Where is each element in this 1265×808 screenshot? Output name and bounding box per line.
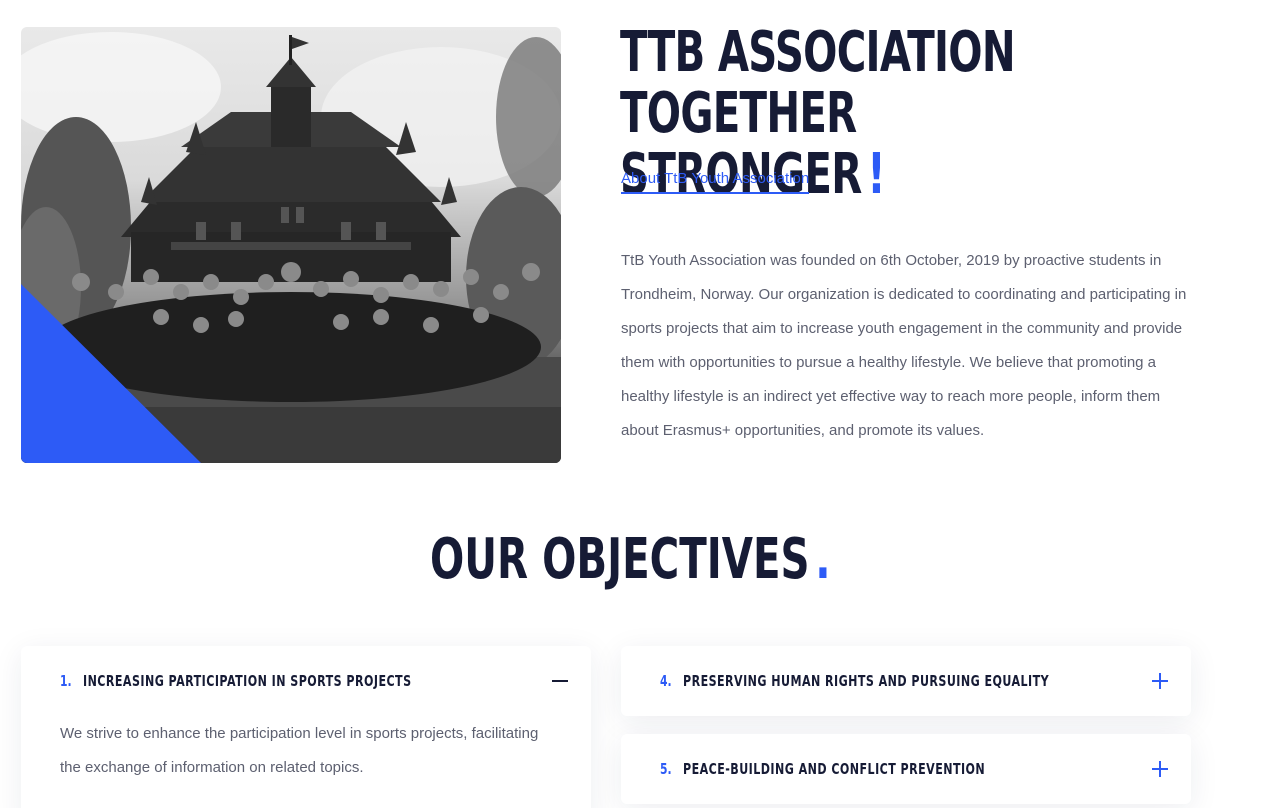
about-paragraph: TtB Youth Association was founded on 6th… — [621, 252, 1187, 439]
objective-card-4: 4. Preserving Human Rights and Pursuing … — [621, 646, 1191, 716]
objective-header-1[interactable]: 1. Increasing Participation in Sports Pr… — [60, 646, 567, 716]
page: TtB Association Together Stronger! About… — [0, 0, 1265, 808]
objective-header-4[interactable]: 4. Preserving Human Rights and Pursuing … — [660, 646, 1167, 716]
objectives-heading-text: OUR OBJECTIVES — [430, 527, 810, 592]
objective-body: We strive to enhance the participation l… — [60, 725, 539, 776]
objectives-heading: OUR OBJECTIVES. — [430, 528, 934, 592]
objectives-accent-mark: . — [815, 527, 831, 592]
objective-title: Peace-Building and Conflict Prevention — [682, 760, 985, 778]
about-link[interactable]: About TtB Youth Association — [621, 170, 810, 194]
plus-icon[interactable] — [1147, 668, 1173, 694]
objective-header-5[interactable]: 5. Peace-Building and Conflict Preventio… — [660, 734, 1167, 804]
title-accent-mark: ! — [867, 142, 885, 207]
objective-number: 1. — [60, 672, 72, 690]
objective-number: 5. — [660, 760, 672, 778]
minus-icon[interactable] — [547, 668, 573, 694]
about-title-line1: TtB Association Together — [620, 20, 1016, 146]
group-photo — [21, 27, 561, 463]
plus-icon[interactable] — [1147, 756, 1173, 782]
objective-card-1: 1. Increasing Participation in Sports Pr… — [21, 646, 591, 808]
objective-title: Preserving Human Rights and Pursuing Equ… — [682, 672, 1049, 690]
objective-card-5: 5. Peace-Building and Conflict Preventio… — [621, 734, 1191, 804]
objective-number: 4. — [660, 672, 672, 690]
objective-title: Increasing Participation in Sports Proje… — [82, 672, 412, 690]
